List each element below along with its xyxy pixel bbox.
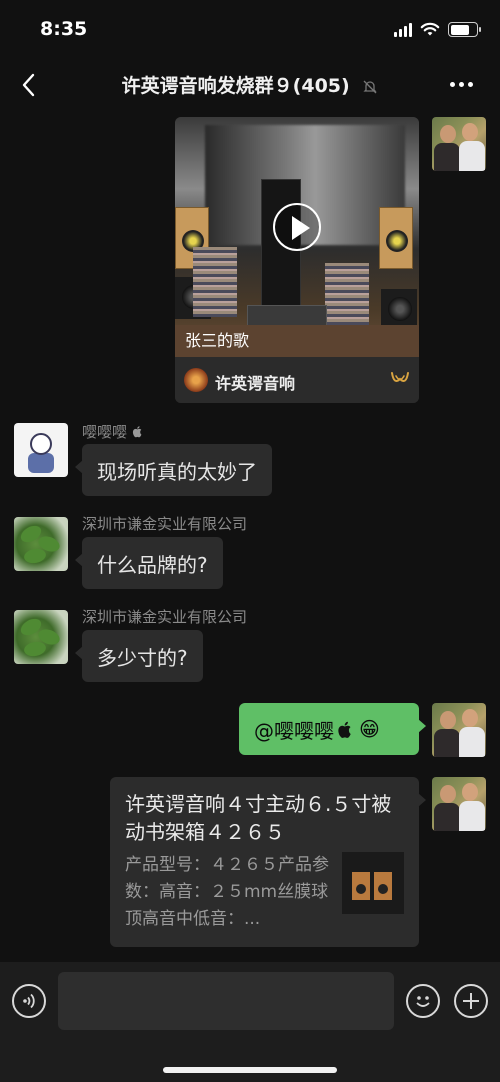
channels-logo-icon — [391, 372, 409, 382]
status-bar: 8:35 — [0, 0, 500, 60]
message-bubble[interactable]: 现场听真的太妙了 — [75, 444, 272, 496]
home-indicator — [163, 1067, 337, 1073]
chat-title: 许英谔音响发烧群９(405) — [0, 71, 500, 98]
avatar-me[interactable] — [432, 777, 486, 831]
link-description: 产品型号：４２６５产品参数：高音：２５mm丝膜球顶高音中低音：... — [125, 855, 329, 929]
apple-icon — [132, 426, 142, 438]
status-time: 8:35 — [40, 18, 88, 40]
message-input[interactable] — [58, 972, 394, 1030]
my-message-bubble[interactable]: @嘤嘤嘤 😁 — [239, 703, 426, 755]
avatar-yingyingying[interactable] — [14, 423, 68, 477]
play-icon[interactable] — [273, 203, 321, 251]
video-thumbnail: 张三的歌 — [175, 117, 419, 357]
video-footer: 许英谔音响 — [175, 357, 419, 403]
bell-slash-icon — [363, 80, 377, 93]
video-caption: 张三的歌 — [185, 331, 250, 350]
signal-icon — [394, 22, 412, 37]
chat-header: 许英谔音响发烧群９(405) — [0, 60, 500, 110]
avatar-qianjin[interactable] — [14, 610, 68, 664]
apple-icon — [338, 721, 351, 738]
avatar-me[interactable] — [432, 703, 486, 757]
link-title: 许英谔音响４寸主动６.５寸被动书架箱４２６５ — [125, 792, 392, 844]
sender-name-text: 嘤嘤嘤 — [82, 423, 128, 441]
avatar-me[interactable] — [432, 117, 486, 171]
video-message-card[interactable]: 张三的歌 许英谔音响 — [175, 117, 419, 403]
plus-icon[interactable] — [454, 984, 488, 1018]
voice-waves-icon — [23, 993, 35, 1009]
chat-title-text: 许英谔音响发烧群９(405) — [121, 75, 350, 97]
sender-name: 嘤嘤嘤 — [82, 421, 143, 442]
message-bubble[interactable]: 多少寸的? — [75, 630, 203, 682]
more-dots-icon[interactable] — [450, 74, 480, 94]
wifi-icon — [420, 22, 440, 36]
emoji-icon[interactable] — [406, 984, 440, 1018]
message-bubble[interactable]: 什么品牌的? — [75, 537, 223, 589]
plus-sign-icon — [463, 993, 479, 1009]
link-card[interactable]: 许英谔音响４寸主动６.５寸被动书架箱４２６５ 产品型号：４２６５产品参数：高音：… — [110, 777, 426, 947]
sender-name: 深圳市谦金实业有限公司 — [82, 608, 248, 626]
smile-face-icon — [416, 996, 430, 1007]
status-icons — [394, 22, 481, 37]
channel-logo — [184, 368, 208, 392]
grin-emoji: 😁 — [359, 717, 380, 741]
link-thumbnail — [342, 852, 404, 914]
voice-icon[interactable] — [12, 984, 46, 1018]
sender-name: 深圳市谦金实业有限公司 — [82, 515, 248, 533]
mention-text: @嘤嘤嘤 — [254, 718, 334, 743]
battery-icon — [448, 22, 481, 37]
channel-name: 许英谔音响 — [215, 374, 296, 393]
input-bar — [0, 962, 500, 1082]
avatar-qianjin[interactable] — [14, 517, 68, 571]
